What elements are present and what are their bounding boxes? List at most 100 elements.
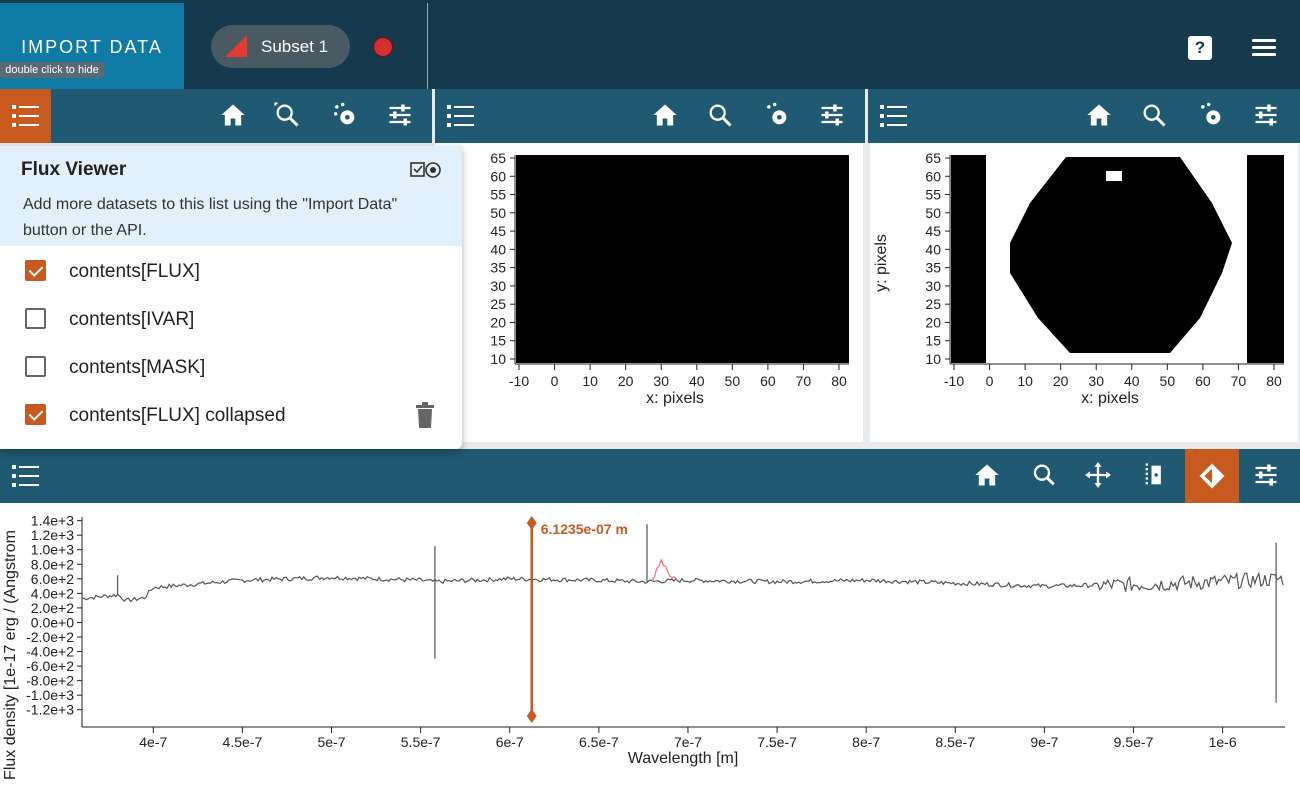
x-tick-label: 9e-7 [1030, 734, 1058, 750]
y-tick-label: 10 [925, 351, 941, 367]
data-menu-icon[interactable] [435, 89, 486, 143]
x-tick-label: 5.5e-7 [401, 734, 441, 750]
subset-label: Subset 1 [261, 37, 329, 56]
subset-mode-icon[interactable] [373, 37, 393, 57]
zoom-icon[interactable] [1028, 461, 1058, 491]
subset-selector[interactable]: Subset 1 [211, 25, 350, 68]
line-analysis-tool[interactable] [1185, 449, 1239, 503]
pan-icon[interactable] [1084, 461, 1114, 491]
image-viewer-1[interactable]: 65 60 55 50 45 40 35 30 25 20 15 10 -10 0 10 20 30 40 50 6… [435, 143, 863, 442]
divider [427, 3, 428, 89]
contrast-icon[interactable] [763, 101, 793, 131]
y-tick-label: 10 [490, 351, 506, 367]
viewer-3-toolbar [868, 89, 1300, 143]
x-tick-label: 80 [1266, 373, 1282, 389]
x-tick-label: 0 [986, 373, 994, 389]
spectrum-viewer[interactable]: 1.4e+3 1.2e+3 1.0e+3 8.0e+2 6.0e+2 4.0e+2 2.0e… [0, 503, 1300, 802]
x-axis-ticks: 4e-7 4.5e-7 5e-7 5.5e-7 6e-7 6.5e-7 7e-7 7.5e-7… [139, 727, 1237, 750]
x-axis-ticks: -10 0 10 20 30 40 50 60 70 80 [944, 364, 1282, 389]
dataset-label: contents[IVAR] [69, 309, 195, 330]
settings-sliders-icon[interactable] [386, 101, 416, 131]
dataset-item[interactable]: contents[MASK] [0, 344, 462, 392]
dataset-item[interactable]: contents[FLUX] [0, 248, 462, 296]
x-tick-label: 60 [760, 373, 776, 389]
viewer-2-toolbar [435, 89, 865, 143]
dataset-label: contents[FLUX] collapsed [69, 405, 286, 426]
y-tick-label: 20 [490, 314, 506, 330]
select-range-icon[interactable] [1141, 461, 1171, 491]
zoom-icon[interactable] [273, 101, 303, 131]
x-tick-label: 30 [653, 373, 669, 389]
x-tick-label: 0 [551, 373, 559, 389]
x-tick-label: 5e-7 [317, 734, 345, 750]
y-tick-label: 65 [925, 150, 941, 166]
slice-icon [1199, 463, 1225, 489]
y-tick-label: 35 [490, 260, 506, 276]
home-icon[interactable] [651, 101, 681, 131]
data-menu-icon[interactable] [868, 89, 919, 143]
y-tick-label: 20 [925, 314, 941, 330]
dataset-checkbox[interactable] [25, 404, 46, 425]
y-tick-label: -1.2e+3 [26, 702, 74, 718]
zoom-icon[interactable] [706, 101, 736, 131]
toggle-visibility-icon[interactable] [410, 161, 442, 179]
dataset-item[interactable]: contents[FLUX] collapsed [0, 392, 462, 440]
settings-sliders-icon[interactable] [1252, 461, 1282, 491]
x-axis-ticks: -10 0 10 20 30 40 50 60 70 80 [509, 364, 847, 389]
data-menu-hint: Add more datasets to this list using the… [23, 196, 398, 239]
dataset-checkbox[interactable] [25, 260, 46, 281]
x-tick-label: 30 [1088, 373, 1104, 389]
help-icon[interactable]: ? [1188, 36, 1212, 60]
y-tick-label: 55 [925, 187, 941, 203]
y-tick-label: 40 [925, 241, 941, 257]
top-toolbar [0, 0, 1300, 89]
x-tick-label: 9.5e-7 [1114, 734, 1154, 750]
y-axis-label: y: pixels [873, 234, 890, 292]
y-tick-label: 15 [925, 333, 941, 349]
contrast-icon[interactable] [1197, 101, 1227, 131]
x-tick-label: 50 [725, 373, 741, 389]
home-icon[interactable] [973, 461, 1003, 491]
home-icon[interactable] [1085, 101, 1115, 131]
x-tick-label: 80 [831, 373, 847, 389]
y-tick-label: 45 [490, 223, 506, 239]
import-data-label: IMPORT DATA [21, 37, 163, 57]
contrast-icon[interactable] [331, 101, 361, 131]
settings-sliders-icon[interactable] [818, 101, 848, 131]
settings-sliders-icon[interactable] [1252, 101, 1282, 131]
dataset-checkbox[interactable] [25, 356, 46, 377]
x-tick-label: 20 [618, 373, 634, 389]
data-menu-title: Flux Viewer [21, 159, 127, 180]
x-tick-label: 70 [796, 373, 812, 389]
data-menu-icon[interactable] [0, 449, 51, 503]
dataset-item[interactable]: contents[IVAR] [0, 296, 462, 344]
marker-handle-icon[interactable] [526, 516, 537, 530]
hamburger-menu-icon[interactable] [1252, 39, 1276, 57]
x-tick-label: -10 [509, 373, 529, 389]
x-tick-label: 20 [1053, 373, 1069, 389]
y-axis-ticks: 65 60 55 50 45 40 35 30 25 20 15 10 [490, 150, 515, 367]
spectrum-viewer-toolbar [0, 449, 1300, 503]
viewer-1-toolbar [0, 89, 432, 143]
wavelength-marker[interactable]: 6.1235e-07 m [526, 516, 628, 723]
subset-spectrum-line [651, 558, 678, 582]
y-axis-label: Flux density [1e-17 erg / (Angstrom [2, 530, 19, 780]
dataset-checkbox[interactable] [25, 308, 46, 329]
x-tick-label: 6.5e-7 [579, 734, 619, 750]
delete-icon[interactable] [414, 402, 436, 428]
x-tick-label: 4e-7 [139, 734, 167, 750]
image-viewer-2[interactable]: 65 60 55 50 45 40 35 30 25 20 15 10 -10 0 10 20 30 40 50 6… [870, 143, 1298, 442]
y-tick-label: 35 [925, 260, 941, 276]
marker-handle-icon[interactable] [526, 709, 537, 723]
data-menu-icon[interactable] [0, 89, 51, 143]
y-tick-label: 30 [925, 278, 941, 294]
x-tick-label: 40 [689, 373, 705, 389]
x-axis-label: Wavelength [m] [628, 750, 739, 767]
zoom-icon[interactable] [1140, 101, 1170, 131]
y-tick-label: 40 [490, 241, 506, 257]
y-tick-label: 60 [490, 168, 506, 184]
y-tick-label: 50 [925, 205, 941, 221]
home-icon[interactable] [219, 101, 249, 131]
x-tick-label: 10 [1017, 373, 1033, 389]
y-tick-label: 25 [490, 296, 506, 312]
